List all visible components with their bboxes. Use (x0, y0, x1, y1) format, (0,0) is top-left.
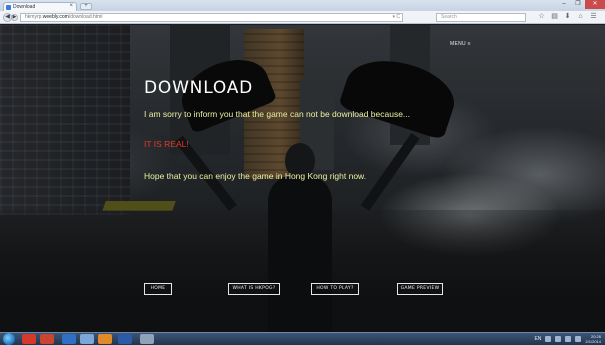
taskbar-app-icon[interactable] (22, 334, 36, 344)
clock-date: 2/1/2014 (585, 339, 601, 344)
address-bar[interactable]: hkmyrp.weebly.com/download.html ▾ C (20, 13, 403, 22)
what-is-hkpog-button[interactable]: WHAT IS HKPOG? (228, 283, 280, 295)
system-tray: EN 20:26 2/1/2014 (534, 333, 601, 345)
maximize-button[interactable]: ❐ (571, 0, 585, 9)
close-window-button[interactable]: ✕ (585, 0, 605, 9)
downloads-icon[interactable]: ⬇ (564, 13, 571, 21)
hope-message: Hope that you can enjoy the game in Hong… (144, 171, 367, 181)
reload-icon[interactable]: ▾ C (392, 14, 400, 21)
bookmarks-list-icon[interactable]: ▤ (551, 13, 558, 21)
menu-link[interactable]: MENU ≡ (450, 41, 471, 47)
browser-navbar: ◀ ▶ hkmyrp.weebly.com/download.html ▾ C … (0, 11, 605, 24)
how-to-play-button[interactable]: HOW TO PLAY? (311, 283, 359, 295)
it-is-real-message: IT IS REAL! (144, 139, 189, 149)
taskbar-app-icon[interactable] (62, 334, 76, 344)
tab-title: Download (13, 4, 36, 10)
menu-icon[interactable]: ☰ (590, 13, 597, 21)
start-button[interactable] (3, 333, 15, 345)
url-path: /download.html (68, 14, 103, 20)
home-button[interactable]: HOME (144, 283, 172, 295)
taskbar-app-icon[interactable] (140, 334, 154, 344)
tab-close-icon[interactable]: × (69, 3, 73, 9)
search-placeholder: Search (441, 14, 457, 20)
windows-taskbar: EN 20:26 2/1/2014 (0, 332, 605, 345)
network-icon[interactable] (565, 336, 572, 342)
clock[interactable]: 20:26 2/1/2014 (585, 334, 601, 344)
taskbar-word-icon[interactable] (118, 334, 132, 344)
search-input[interactable]: Search (436, 13, 526, 22)
tray-icon[interactable] (555, 336, 562, 342)
browser-tabbar: Download × + – ❐ ✕ (0, 0, 605, 11)
game-preview-button[interactable]: GAME PREVIEW (397, 283, 443, 295)
minimize-button[interactable]: – (557, 0, 571, 9)
taskbar-app-icon[interactable] (98, 334, 112, 344)
sorry-message: I am sorry to inform you that the game c… (144, 109, 411, 119)
page-content: MENU ≡ DOWNLOAD I am sorry to inform you… (0, 25, 605, 332)
page-title: DOWNLOAD (144, 78, 254, 98)
browser-toolbar-icons: ☆ ▤ ⬇ ⌂ ☰ (538, 13, 597, 21)
tray-icon[interactable] (545, 336, 552, 342)
language-indicator[interactable]: EN (534, 336, 541, 342)
browser-tab-download[interactable]: Download × (3, 2, 77, 11)
home-icon[interactable]: ⌂ (577, 13, 584, 21)
bookmark-star-icon[interactable]: ☆ (538, 13, 545, 21)
forward-button[interactable]: ▶ (11, 14, 18, 21)
window-controls: – ❐ ✕ (557, 0, 605, 9)
url-prefix: hkmyrp. (25, 14, 43, 20)
url-domain: weebly.com (42, 14, 69, 20)
volume-icon[interactable] (575, 336, 582, 342)
taskbar-browser-icon[interactable] (80, 334, 94, 344)
new-tab-button[interactable]: + (80, 3, 92, 10)
page-favicon-icon (6, 5, 11, 10)
taskbar-app-icon[interactable] (40, 334, 54, 344)
